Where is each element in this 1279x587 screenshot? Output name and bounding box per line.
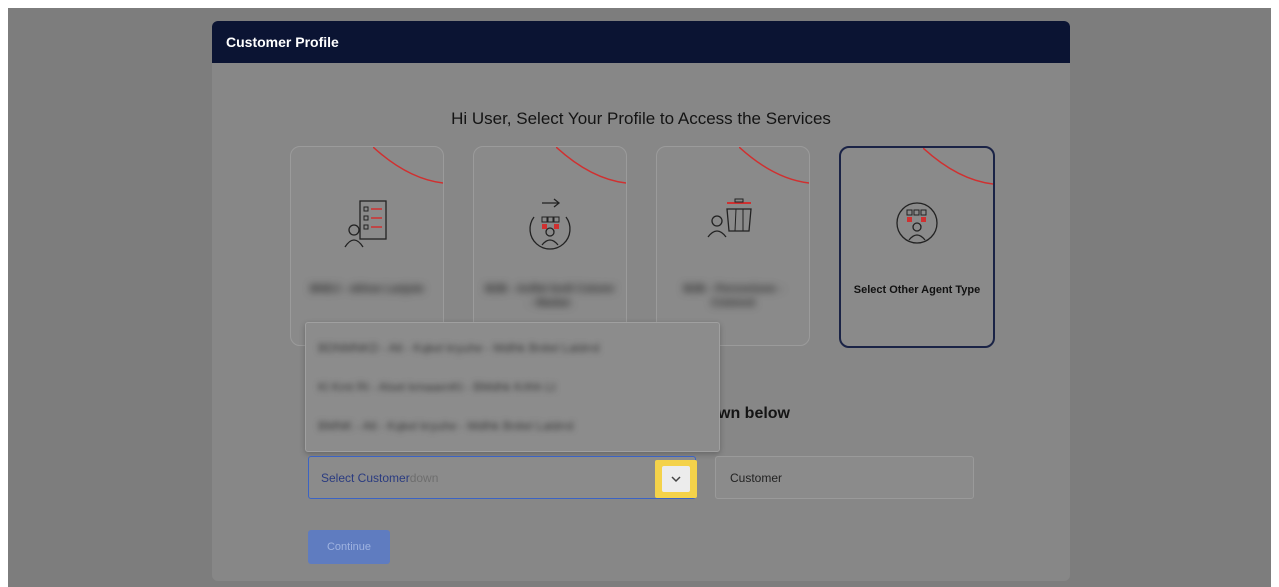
profile-card-3[interactable]: B2B - Pernoniune - Cistmnd (656, 146, 810, 346)
card-corner-arc (556, 147, 626, 184)
card-label: B2B - Pernoniune - Cistmnd (683, 283, 783, 309)
customer-type-field[interactable]: Customer (715, 456, 974, 499)
profile-card-1[interactable]: BNDJ - ekhoe Lanjute (290, 146, 444, 346)
customer-type-value: Customer (730, 471, 783, 485)
card-label: BNDJ - ekhoe Lanjute (310, 283, 424, 295)
select-placeholder: Select Customerdown (321, 471, 439, 485)
continue-button[interactable]: Continue (308, 530, 390, 564)
chevron-down-icon (671, 476, 681, 483)
profile-card-2[interactable]: B2B - Aoflet bvdl Cstomr - Madan (473, 146, 627, 346)
card-corner-arc (739, 147, 809, 184)
dropdown-option[interactable]: Kl Kmt Rt - Alset kmaaenKt - BMdhk Krlhh… (318, 380, 555, 394)
modal-title: Customer Profile (212, 21, 1070, 63)
checklist-person-icon (344, 200, 387, 248)
dropdown-option[interactable]: BMNK - Alt - Kqkel kryuhe - Mdlhk Bnitel… (318, 419, 573, 433)
counter-person-icon (707, 198, 752, 238)
customer-dropdown-list: BDNMNKD - Alt - Kqkel kryuhe - Mdlhk Bni… (305, 322, 720, 452)
page-heading: Hi User, Select Your Profile to Access t… (451, 109, 831, 128)
card-label: Select Other Agent Type (853, 284, 981, 296)
dropdown-option[interactable]: BDNMNKD - Alt - Kqkel kryuhe - Mdlhk Bni… (318, 341, 599, 355)
agent-group-icon (896, 202, 938, 244)
section-subheading: wn below (718, 405, 790, 422)
card-corner-arc (373, 147, 443, 184)
select-customer-dropdown[interactable]: Select Customerdown (308, 456, 696, 499)
profile-card-other-agent[interactable]: Select Other Agent Type (839, 146, 995, 348)
transfer-person-icon (529, 198, 571, 250)
dropdown-toggle-button[interactable] (655, 460, 697, 498)
card-label: B2B - Aoflet bvdl Cstomr - Madan (485, 283, 615, 309)
card-corner-arc (923, 148, 993, 185)
